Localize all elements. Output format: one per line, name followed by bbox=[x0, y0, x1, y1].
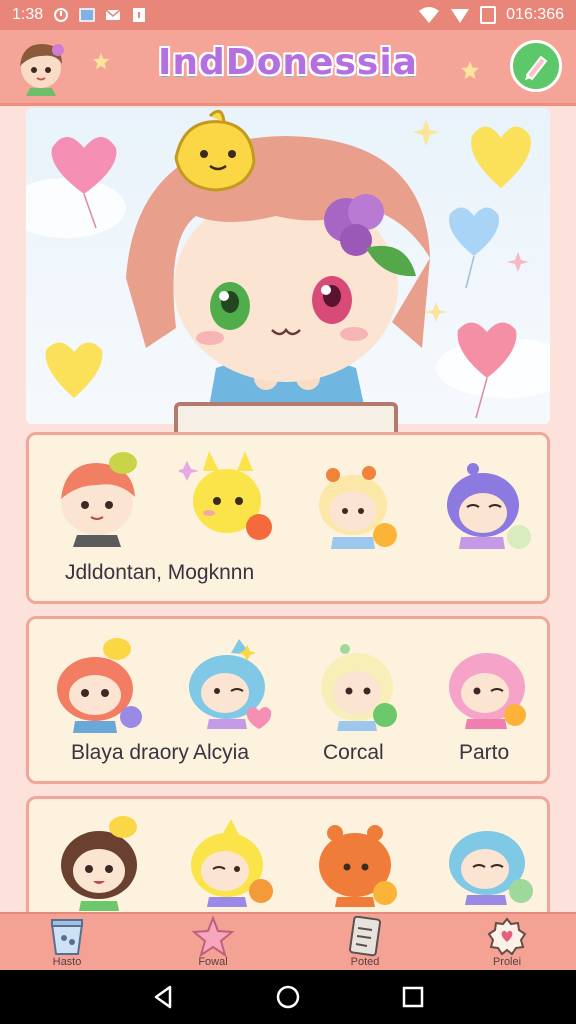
card-label: Alcyia bbox=[193, 741, 250, 764]
status-time: 1:38 bbox=[12, 6, 44, 23]
recents-icon[interactable] bbox=[400, 984, 426, 1010]
card-label: Jdldontan, Mogknnn bbox=[65, 561, 255, 584]
character-avatar[interactable] bbox=[51, 811, 151, 911]
card-label: Blaya draory bbox=[71, 741, 189, 764]
card-label: Corcal bbox=[323, 741, 384, 764]
bottom-nav: Hasto Fowal Poted Prolei bbox=[0, 912, 576, 970]
nav-item-fowal[interactable]: Fowal bbox=[168, 916, 258, 972]
image-icon bbox=[79, 8, 95, 22]
mail-icon bbox=[105, 9, 121, 20]
bucket-icon bbox=[50, 919, 84, 955]
app-title: IndDonessia bbox=[158, 42, 418, 83]
hero-illustration bbox=[26, 108, 550, 424]
character-avatar[interactable] bbox=[47, 633, 147, 733]
pen-icon bbox=[525, 55, 548, 81]
edit-button[interactable] bbox=[510, 40, 562, 92]
character-avatar[interactable] bbox=[179, 633, 279, 733]
character-avatar[interactable] bbox=[439, 811, 539, 911]
card-label: Parto bbox=[459, 741, 510, 764]
character-avatar[interactable] bbox=[309, 459, 409, 559]
app-header: IndDonessia bbox=[0, 30, 576, 106]
character-row bbox=[29, 445, 547, 555]
system-nav-bar bbox=[0, 970, 576, 1024]
nav-label: Prolei bbox=[492, 956, 522, 968]
sync-icon bbox=[54, 8, 69, 22]
character-card[interactable]: Blaya draory Alcyia Corcal Parto bbox=[26, 616, 550, 784]
nav-item-hasto[interactable]: Hasto bbox=[22, 916, 112, 972]
battery-icon bbox=[480, 6, 497, 24]
character-avatar[interactable] bbox=[49, 447, 149, 547]
character-avatar[interactable] bbox=[309, 811, 409, 911]
star-icon bbox=[191, 916, 235, 958]
wifi-icon bbox=[419, 7, 440, 23]
character-card[interactable] bbox=[26, 796, 550, 926]
nav-label: Fowal bbox=[198, 956, 228, 968]
back-icon[interactable] bbox=[150, 984, 176, 1010]
nav-item-poted[interactable]: Poted bbox=[320, 916, 410, 972]
nav-item-prolei[interactable]: Prolei bbox=[462, 916, 552, 972]
status-bar: 1:38 016:366 bbox=[0, 0, 576, 30]
character-avatar[interactable] bbox=[179, 811, 279, 911]
signal-icon bbox=[451, 9, 470, 23]
character-card[interactable]: Jdldontan, Mogknnn bbox=[26, 432, 550, 604]
document-icon bbox=[349, 916, 381, 957]
character-avatar[interactable] bbox=[437, 459, 537, 559]
nav-label: Hasto bbox=[52, 956, 82, 968]
character-row bbox=[29, 629, 547, 739]
nav-label: Poted bbox=[350, 956, 380, 968]
home-icon[interactable] bbox=[275, 984, 301, 1010]
status-right-text: 016:366 bbox=[506, 6, 564, 23]
hero-character-image bbox=[26, 109, 550, 424]
character-avatar[interactable] bbox=[439, 633, 539, 733]
character-avatar[interactable] bbox=[311, 633, 411, 733]
badge-icon bbox=[487, 917, 527, 956]
hero-frame bbox=[174, 402, 398, 432]
character-avatar[interactable] bbox=[179, 447, 279, 547]
character-row bbox=[29, 809, 547, 919]
clipboard-icon bbox=[133, 8, 146, 22]
